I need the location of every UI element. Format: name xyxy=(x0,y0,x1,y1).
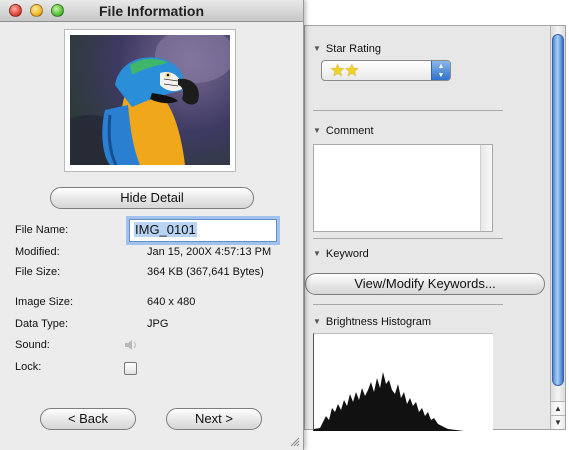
scroll-up-icon[interactable]: ▲ xyxy=(551,401,565,415)
star-rating-select[interactable]: ★★ ▲ ▼ xyxy=(321,60,451,81)
select-arrows-icon: ▲ ▼ xyxy=(431,61,450,80)
brightness-histogram xyxy=(313,333,493,431)
file-name-input[interactable]: IMG_0101 xyxy=(129,219,277,242)
keyword-header[interactable]: ▼ Keyword xyxy=(313,248,369,260)
modified-label: Modified: xyxy=(15,246,60,258)
image-preview xyxy=(70,35,230,165)
lock-label: Lock: xyxy=(15,361,42,373)
disclosure-triangle-icon[interactable]: ▼ xyxy=(313,317,321,326)
divider xyxy=(313,110,503,111)
view-modify-keywords-button[interactable]: View/Modify Keywords... xyxy=(305,273,545,295)
image-size-label: Image Size: xyxy=(15,296,74,308)
disclosure-triangle-icon[interactable]: ▼ xyxy=(313,44,321,53)
hide-detail-button[interactable]: Hide Detail xyxy=(50,187,254,209)
file-size-label: File Size: xyxy=(15,266,61,278)
scroll-thumb[interactable] xyxy=(552,34,564,386)
back-button[interactable]: < Back xyxy=(40,408,136,430)
file-information-window: File Information Hide Detail File Name: … xyxy=(0,0,304,450)
disclosure-triangle-icon[interactable]: ▼ xyxy=(313,249,321,258)
data-type-label: Data Type: xyxy=(15,318,68,330)
lock-checkbox[interactable] xyxy=(124,362,137,375)
star-rating-header[interactable]: ▼ Star Rating xyxy=(313,43,381,55)
data-type-value: JPG xyxy=(147,318,169,330)
image-preview-frame xyxy=(64,29,236,172)
speaker-icon[interactable] xyxy=(124,338,138,352)
scroll-down-icon[interactable]: ▼ xyxy=(551,415,565,429)
brightness-histogram-header[interactable]: ▼ Brightness Histogram xyxy=(313,316,431,328)
drawer-scrollbar[interactable]: ▲ ▼ xyxy=(550,26,565,429)
modified-value: Jan 15, 200X 4:57:13 PM xyxy=(147,246,272,258)
file-name-value: IMG_0101 xyxy=(134,222,197,237)
title-bar[interactable]: File Information xyxy=(0,0,303,22)
star-rating-label: Star Rating xyxy=(325,43,381,55)
detail-drawer: ▼ Star Rating ★★ ▲ ▼ ▼ Comment ▼ Keyword Vie… xyxy=(304,25,566,431)
sound-label: Sound: xyxy=(15,339,50,351)
divider xyxy=(313,238,503,239)
keyword-label: Keyword xyxy=(325,248,369,260)
disclosure-triangle-icon[interactable]: ▼ xyxy=(313,126,321,135)
comment-scrollbar[interactable] xyxy=(480,145,492,231)
resize-grip-icon[interactable] xyxy=(289,436,300,447)
divider xyxy=(313,304,503,305)
file-name-label: File Name: xyxy=(15,224,69,236)
image-size-value: 640 x 480 xyxy=(147,296,196,308)
comment-textarea[interactable] xyxy=(313,144,493,232)
brightness-histogram-label: Brightness Histogram xyxy=(325,316,432,328)
file-size-value: 364 KB (367,641 Bytes) xyxy=(147,266,264,278)
comment-label: Comment xyxy=(325,125,374,137)
star-rating-value: ★★ xyxy=(330,61,360,80)
comment-header[interactable]: ▼ Comment xyxy=(313,125,374,137)
window-title: File Information xyxy=(99,3,204,19)
next-button[interactable]: Next > xyxy=(166,408,262,430)
